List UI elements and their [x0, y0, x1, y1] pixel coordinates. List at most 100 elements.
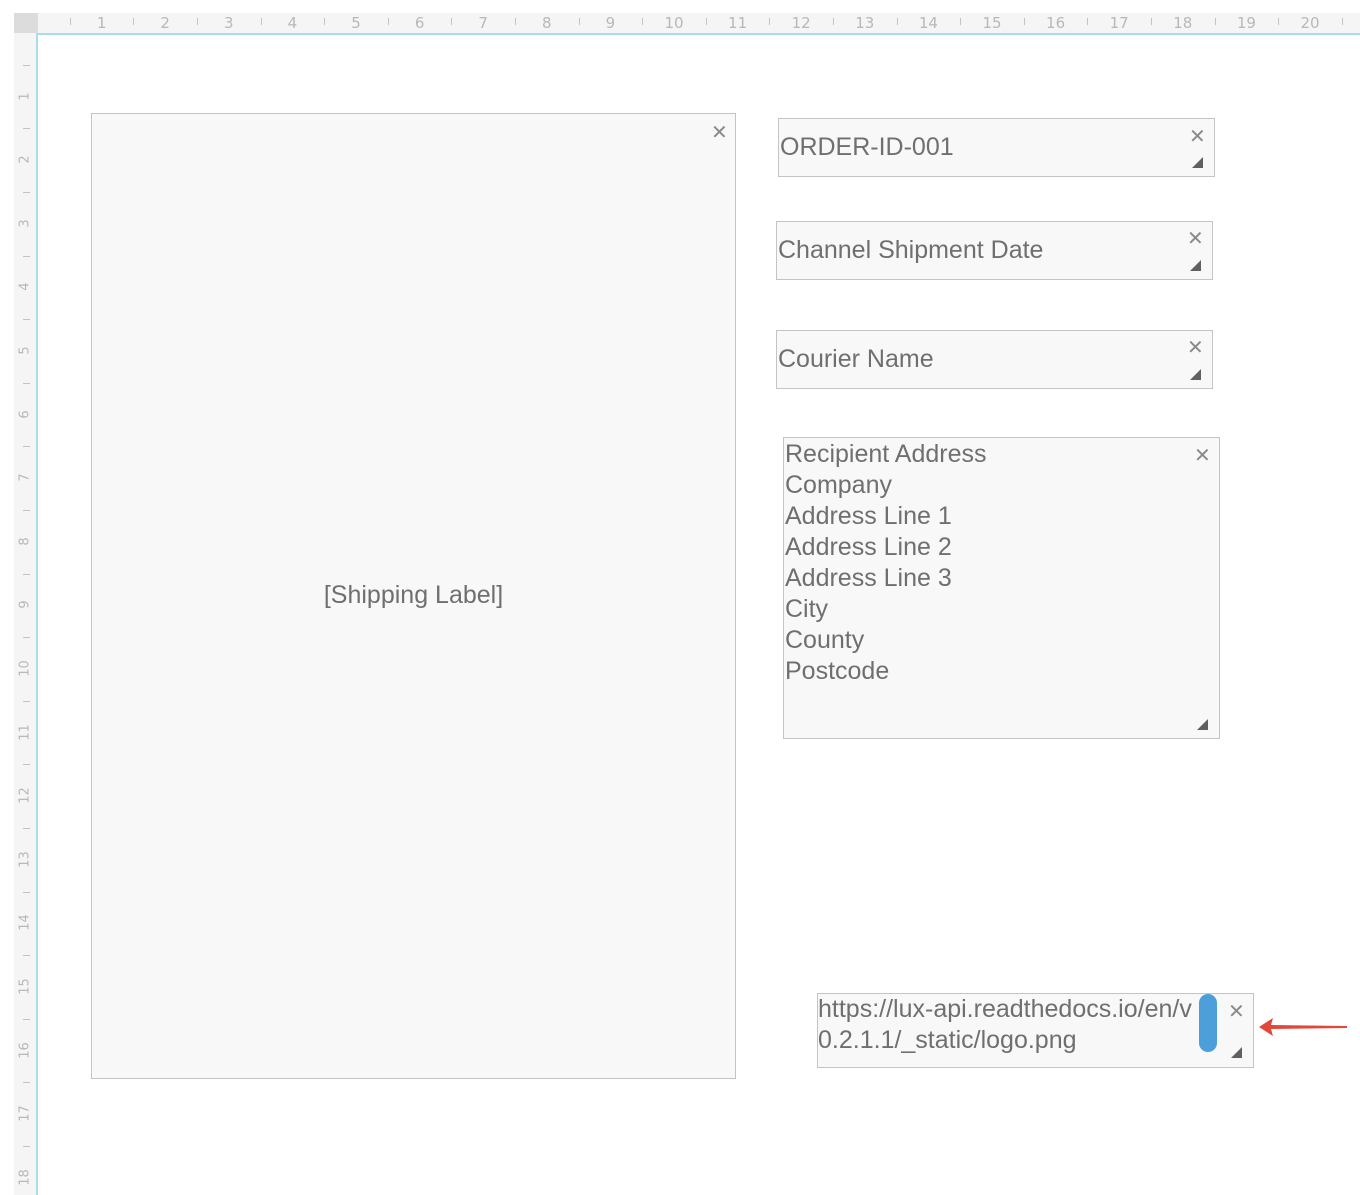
- ruler-number: 3: [17, 219, 33, 228]
- ruler-number: 5: [17, 346, 33, 355]
- ruler-mark: [23, 64, 30, 66]
- ruler-number: 7: [17, 473, 33, 482]
- ruler-mark: [23, 1018, 30, 1020]
- ruler-mark: [896, 18, 898, 25]
- close-icon[interactable]: ✕: [711, 122, 728, 142]
- ruler-mark: [324, 18, 326, 25]
- ruler-mark: [642, 18, 644, 25]
- shipment-date-field[interactable]: Channel Shipment Date ✕: [776, 221, 1213, 280]
- resize-handle-icon[interactable]: [1197, 719, 1208, 730]
- ruler-number: 7: [478, 14, 488, 32]
- ruler-number: 14: [918, 14, 938, 32]
- ruler-mark: [23, 891, 30, 893]
- shipping-label-box[interactable]: ✕ [Shipping Label]: [91, 113, 736, 1079]
- ruler-mark: [197, 18, 198, 25]
- address-lines: Recipient Address Company Address Line 1…: [785, 439, 987, 687]
- ruler-mark: [23, 573, 30, 575]
- ruler-mark: [133, 18, 135, 25]
- ruler-mark: [451, 18, 453, 25]
- ruler-mark: [23, 510, 30, 511]
- ruler-number: 12: [17, 787, 33, 804]
- ruler-number: 8: [542, 14, 552, 32]
- ruler-mark: [260, 18, 262, 25]
- ruler-mark: [23, 382, 30, 384]
- ruler-number: 20: [1300, 14, 1320, 32]
- ruler-mark: [23, 764, 30, 766]
- courier-name-text: Courier Name: [778, 345, 934, 373]
- ruler-mark: [1087, 18, 1089, 25]
- ruler-mark: [515, 18, 516, 25]
- ruler-number: 4: [287, 14, 298, 32]
- ruler-number: 15: [982, 14, 1002, 32]
- close-icon[interactable]: ✕: [1187, 337, 1204, 357]
- ruler-mark: [23, 255, 30, 257]
- ruler-number: 14: [17, 914, 33, 932]
- address-line: Company: [785, 471, 892, 499]
- resize-handle-icon[interactable]: [1190, 369, 1201, 380]
- ruler-mark: [23, 1146, 30, 1147]
- ruler-mark: [23, 446, 30, 448]
- ruler-number: 8: [17, 537, 33, 546]
- ruler-number: 16: [1046, 14, 1066, 32]
- ruler-number: 12: [791, 14, 811, 32]
- ruler-number: 11: [728, 14, 748, 32]
- scrollbar-thumb[interactable]: [1199, 994, 1217, 1052]
- shipment-date-text: Channel Shipment Date: [778, 236, 1044, 264]
- ruler-number: 10: [664, 14, 684, 32]
- ruler-number: 2: [17, 155, 33, 164]
- ruler-mark: [833, 18, 834, 25]
- ruler-mark: [23, 828, 30, 829]
- arrow-left-icon: [1259, 1018, 1347, 1036]
- ruler-number: 5: [351, 14, 361, 32]
- address-line: Address Line 2: [785, 533, 952, 561]
- ruler-number: 18: [17, 1169, 33, 1186]
- address-line: Recipient Address: [785, 440, 987, 468]
- logo-url-field[interactable]: https://lux-api.readthedocs.io/en/v0.2.1…: [817, 993, 1254, 1068]
- ruler-number: 3: [224, 14, 234, 32]
- resize-handle-icon[interactable]: [1231, 1047, 1242, 1058]
- ruler-number: 17: [17, 1105, 33, 1122]
- close-icon[interactable]: ✕: [1187, 228, 1204, 248]
- ruler-number: 17: [1109, 14, 1129, 32]
- ruler-number: 10: [17, 660, 33, 677]
- address-line: Postcode: [785, 657, 890, 685]
- ruler-mark: [387, 18, 389, 25]
- ruler-mark: [23, 955, 30, 957]
- address-line: Address Line 1: [785, 502, 952, 530]
- ruler-mark: [23, 192, 30, 193]
- shipping-label-placeholder: [Shipping Label]: [323, 581, 504, 609]
- ruler-number: 18: [1173, 14, 1193, 32]
- ruler-mark: [23, 700, 30, 702]
- vertical-ruler: 1 2 3 4 5 6 7 8 9 10 11 12 13 14 15 16 17 18: [14, 33, 38, 1195]
- ruler-number: 4: [17, 282, 33, 292]
- ruler-number: 13: [17, 851, 33, 868]
- ruler-mark: [1341, 18, 1343, 25]
- ruler-mark: [69, 18, 71, 25]
- close-icon[interactable]: ✕: [1228, 1001, 1245, 1021]
- ruler-number: 2: [160, 14, 170, 32]
- ruler-mark: [1214, 18, 1216, 25]
- courier-name-field[interactable]: Courier Name ✕: [776, 330, 1213, 389]
- resize-handle-icon[interactable]: [1192, 157, 1203, 168]
- ruler-number: 15: [17, 978, 33, 995]
- resize-handle-icon[interactable]: [1190, 260, 1201, 271]
- order-id-field[interactable]: ORDER-ID-001 ✕: [778, 118, 1215, 177]
- close-icon[interactable]: ✕: [1189, 126, 1206, 146]
- ruler-mark: [705, 18, 707, 25]
- ruler-number: 16: [17, 1041, 33, 1059]
- ruler-number: 19: [1236, 14, 1256, 32]
- ruler-number: 1: [17, 91, 33, 101]
- ruler-number: 1: [96, 14, 107, 32]
- logo-url-text: https://lux-api.readthedocs.io/en/v0.2.1…: [818, 995, 1192, 1054]
- recipient-address-field[interactable]: Recipient Address Company Address Line 1…: [783, 437, 1220, 739]
- ruler-mark: [23, 128, 30, 130]
- address-line: City: [785, 595, 829, 623]
- address-line: County: [785, 626, 865, 654]
- ruler-mark: [960, 18, 962, 25]
- ruler-mark: [23, 637, 30, 639]
- address-line: Address Line 3: [785, 564, 952, 592]
- close-icon[interactable]: ✕: [1194, 445, 1211, 465]
- ruler-number: 9: [605, 14, 616, 32]
- ruler-number: 6: [414, 14, 425, 32]
- ruler-mark: [1278, 18, 1280, 25]
